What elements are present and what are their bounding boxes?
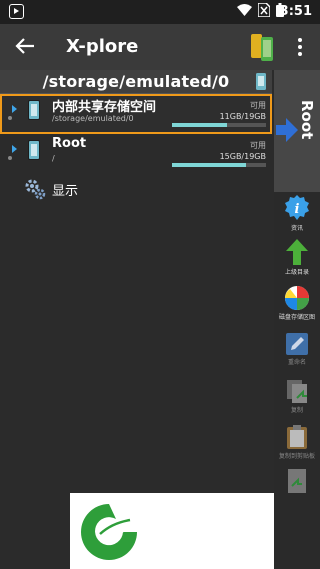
display-settings-item[interactable]: 显示 [0, 174, 272, 210]
rename-button[interactable]: 重命名 [274, 332, 320, 366]
available-label: 可用 [250, 101, 266, 110]
storage-name: Root [52, 136, 87, 151]
document-icon [288, 469, 306, 493]
rename-icon [286, 333, 308, 355]
operations-sidebar: i 资讯 上级目录 磁盘存储区图 重命名 复制 复制到剪贴板 [274, 192, 320, 569]
storage-size: 11GB/19GB [219, 112, 266, 121]
leaf-logo-icon [81, 504, 137, 560]
svg-text:i: i [295, 202, 300, 217]
copy-icon [287, 380, 307, 403]
copy-label: 复制 [290, 407, 303, 414]
more-ops-button[interactable] [274, 468, 320, 494]
expand-arrow-icon[interactable] [12, 145, 17, 153]
clipboard-icon [287, 425, 307, 449]
disk-map-button[interactable]: 磁盘存储区图 [274, 285, 320, 321]
rename-label: 重命名 [287, 359, 306, 366]
available-label: 可用 [250, 141, 266, 150]
phone-storage-icon [28, 100, 40, 120]
status-icons [237, 3, 284, 17]
storage-name: 内部共享存储空间 [52, 100, 157, 115]
play-store-notification-icon [9, 4, 24, 19]
current-path: /storage/emulated/0 [42, 72, 230, 91]
storage-item-root[interactable]: Root / 可用 15GB/19GB [0, 134, 272, 174]
expand-arrow-icon[interactable] [12, 105, 17, 113]
path-bar: /storage/emulated/0 [0, 70, 272, 94]
up-arrow-icon [286, 239, 308, 265]
storage-path: / [52, 154, 55, 163]
disk-map-label: 磁盘存储区图 [278, 314, 315, 321]
phone-storage-icon [28, 140, 40, 160]
app-toolbar: X-plore [0, 24, 320, 70]
storage-usage-bar [172, 163, 266, 167]
storage-size: 15GB/19GB [219, 152, 266, 161]
wifi-icon [237, 4, 252, 16]
app-title: X-plore [66, 36, 139, 57]
info-icon: i [285, 195, 309, 220]
right-pane-tab[interactable]: Root [274, 70, 320, 192]
copy-button[interactable]: 复制 [274, 378, 320, 414]
copy-to-clipboard-label: 复制到剪贴板 [278, 453, 315, 460]
info-button[interactable]: i 资讯 [274, 194, 320, 232]
pie-chart-icon [285, 286, 309, 310]
gears-icon [25, 179, 46, 200]
parent-folder-label: 上级目录 [284, 269, 309, 276]
storage-path: /storage/emulated/0 [52, 114, 134, 123]
storage-list: 内部共享存储空间 /storage/emulated/0 可用 11GB/19G… [0, 94, 272, 210]
more-options-icon[interactable] [297, 38, 303, 58]
storage-item-internal[interactable]: 内部共享存储空间 /storage/emulated/0 可用 11GB/19G… [0, 94, 272, 134]
display-label: 显示 [52, 184, 79, 199]
tree-dot [8, 116, 12, 120]
status-time: 3:51 [279, 4, 312, 19]
back-arrow-icon[interactable] [14, 35, 36, 57]
watermark-logo-box [70, 493, 274, 569]
copy-to-clipboard-button[interactable]: 复制到剪贴板 [274, 424, 320, 460]
parent-folder-button[interactable]: 上级目录 [274, 238, 320, 276]
sim-off-icon [258, 3, 270, 17]
info-label: 资讯 [290, 225, 303, 232]
right-pane-label: Root [298, 100, 316, 140]
status-bar: 3:51 [0, 0, 320, 24]
tree-dot [8, 156, 12, 160]
dual-pane-icon[interactable] [249, 32, 275, 62]
storage-usage-bar [172, 123, 266, 127]
device-icon [256, 73, 266, 90]
switch-pane-arrow-icon[interactable] [276, 118, 298, 142]
